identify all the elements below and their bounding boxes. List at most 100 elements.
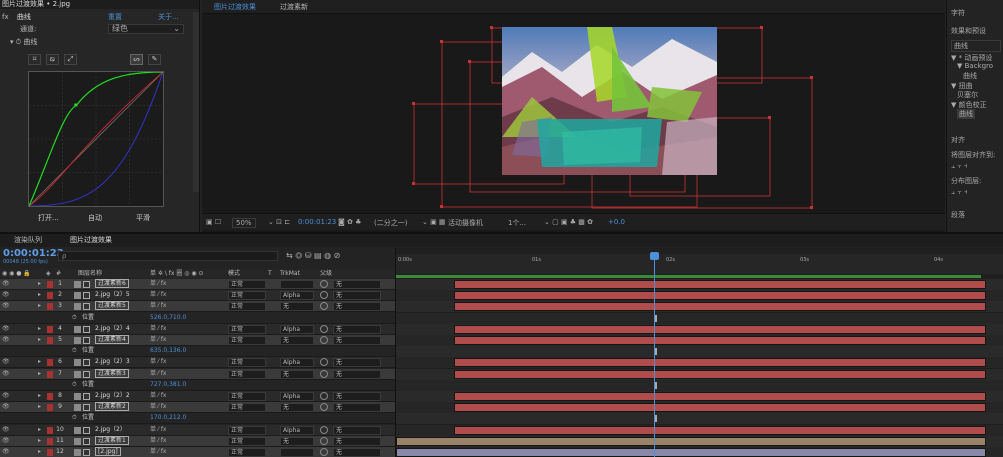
align-icons[interactable]: ⫠ ⫟ ⫞ (951, 162, 967, 171)
twirl-icon[interactable]: ▸ (38, 391, 41, 401)
twirl-icon[interactable]: ▸ (38, 357, 41, 367)
layer-row[interactable]: 👁 ▸ 8 2.jpg（2）2 单 ⁄ fx 正常 Alpha 无 (0, 391, 395, 402)
parent-select[interactable]: 无 (333, 369, 381, 379)
open-button[interactable]: 打开... (38, 213, 59, 223)
track-matte-select[interactable]: Alpha (280, 392, 314, 401)
twirl-icon[interactable]: ▸ (38, 436, 41, 446)
about-link[interactable]: 关于... (158, 12, 179, 22)
layer-switches-icons[interactable]: 单 ⁄ fx (150, 402, 166, 412)
curves-prop[interactable]: ▾ ⏱ 曲线 (10, 37, 37, 47)
tree-curves-effect[interactable]: 曲线 (957, 109, 975, 119)
render-icon[interactable]: ▣ ☐ (206, 218, 221, 226)
blend-mode-select[interactable]: 正常 (228, 324, 266, 334)
layer-switches-icons[interactable]: 单 ⁄ fx (150, 279, 166, 289)
tree-curves-preset[interactable]: 曲线 (963, 71, 977, 81)
layer-row[interactable]: 👁 ▸ 5 过渡素新4 单 ⁄ fx 正常 无 无 (0, 335, 395, 346)
camera-select[interactable]: 活动摄像机 (448, 218, 483, 228)
twirl-icon[interactable]: ▸ (38, 301, 41, 311)
parent-select[interactable]: 无 (333, 358, 381, 368)
label-color-swatch[interactable] (47, 370, 53, 378)
property-row[interactable]: ⏱ 位置 635.0,136.0 (0, 346, 395, 358)
label-color-swatch[interactable] (47, 359, 53, 367)
visibility-eye-icon[interactable]: 👁 (2, 402, 10, 412)
layer-name[interactable]: 过渡素新1 (95, 435, 129, 445)
layer-duration-bar[interactable] (396, 436, 986, 446)
twirl-icon[interactable]: ▸ (38, 335, 41, 345)
visibility-eye-icon[interactable]: 👁 (2, 301, 10, 311)
blend-mode-select[interactable]: 正常 (228, 403, 266, 413)
bezier-tool-icon[interactable]: ᔕ (130, 54, 143, 65)
parent-select[interactable]: 无 (333, 324, 381, 334)
twirl-icon[interactable]: ▸ (38, 369, 41, 379)
layer-row[interactable]: 👁 ▸ 6 2.jpg（2）3 单 ⁄ fx 正常 Alpha 无 (0, 357, 395, 369)
views-select[interactable]: 1个... (508, 218, 526, 228)
region-icon[interactable]: ⌄ ▣ ▦ (422, 218, 446, 226)
layer-name[interactable]: 过渡素新3 (95, 368, 129, 378)
layer-switches-icons[interactable]: 单 ⁄ fx (150, 335, 166, 345)
parent-select[interactable]: 无 (333, 280, 381, 289)
parent-select[interactable]: 无 (333, 436, 381, 446)
layer-duration-bar[interactable] (454, 369, 986, 379)
layer-switches-icons[interactable]: 单 ⁄ fx (150, 391, 166, 401)
label-color-swatch[interactable] (47, 393, 53, 400)
property-value[interactable]: 526.0,710.0 (150, 313, 186, 323)
twirl-icon[interactable]: ▸ (38, 402, 41, 412)
tree-backgrounds[interactable]: ▼ Backgro (957, 62, 993, 70)
track-matte-select[interactable]: 无 (280, 369, 314, 379)
label-color-swatch[interactable] (47, 449, 53, 456)
parent-pickwhip-icon[interactable] (320, 369, 328, 378)
visibility-eye-icon[interactable]: 👁 (2, 335, 10, 345)
parent-pickwhip-icon[interactable] (320, 448, 328, 456)
layer-duration-bar[interactable] (454, 425, 986, 435)
label-color-swatch[interactable] (47, 303, 53, 311)
track-matte-select[interactable]: 无 (280, 436, 314, 446)
property-value[interactable]: 635.0,136.0 (150, 346, 186, 356)
parent-pickwhip-icon[interactable] (320, 280, 328, 288)
fx-toggle[interactable]: fx (2, 13, 9, 21)
blend-mode-select[interactable]: 正常 (228, 436, 266, 446)
parent-select[interactable]: 无 (333, 291, 381, 301)
layer-name[interactable]: 2.jpg（2）4 (95, 324, 130, 334)
timeline-timecode[interactable]: 0:00:01:23 (3, 248, 64, 259)
visibility-eye-icon[interactable]: 👁 (2, 290, 10, 300)
track-matte-select[interactable]: Alpha (280, 425, 314, 435)
track-matte-select[interactable]: Alpha (280, 291, 314, 301)
layer-duration-bar[interactable] (454, 392, 986, 401)
label-color-swatch[interactable] (47, 337, 53, 344)
time-ruler[interactable]: 0:00s 01s 02s 03s 04s (396, 254, 1003, 274)
timeline-tracks[interactable]: 0:00s 01s 02s 03s 04s (395, 248, 1003, 457)
visibility-eye-icon[interactable]: 👁 (2, 391, 10, 401)
layer-switches-icons[interactable]: 单 ⁄ fx (150, 301, 166, 311)
tab-timeline-comp[interactable]: 图片过渡效果 (66, 235, 116, 245)
layer-switches-icons[interactable]: 单 ⁄ fx (150, 436, 166, 446)
blend-mode-select[interactable]: 正常 (228, 291, 266, 301)
parent-select[interactable]: 无 (333, 302, 381, 312)
pencil-tool-icon[interactable]: ✎ (148, 54, 161, 65)
layer-row[interactable]: 👁 ▸ 2 2.jpg（2）5 单 ⁄ fx 正常 Alpha 无 (0, 290, 395, 302)
effects-search-input[interactable]: 曲线 (951, 40, 1001, 52)
property-row[interactable]: ⏱ 位置 727.0,381.0 (0, 379, 395, 391)
character-panel-tab[interactable]: 字符 (951, 8, 965, 18)
label-color-swatch[interactable] (47, 404, 53, 412)
layer-name[interactable]: 过渡素新4 (95, 335, 129, 344)
label-color-swatch[interactable] (47, 281, 53, 288)
twirl-icon[interactable]: ▸ (38, 447, 41, 457)
layer-row[interactable]: 👁 ▸ 9 过渡素新2 单 ⁄ fx 正常 无 无 (0, 402, 395, 414)
visibility-eye-icon[interactable]: 👁 (2, 447, 10, 457)
composition-canvas[interactable] (502, 27, 717, 175)
ae-preset-icon[interactable]: ⌑ (28, 54, 41, 65)
exposure-value[interactable]: +0.0 (608, 218, 625, 226)
resolution-select[interactable]: (二分之一) (374, 218, 407, 228)
stopwatch-icon[interactable]: ⏱ (72, 313, 77, 323)
layer-row[interactable]: 👁 ▸ 11 过渡素新1 单 ⁄ fx 正常 无 无 (0, 435, 395, 447)
expand-icon[interactable]: ⤢ (64, 54, 77, 65)
stopwatch-icon[interactable]: ⏱ (72, 380, 77, 390)
twirl-icon[interactable]: ▸ (38, 290, 41, 300)
twirl-icon[interactable]: ▸ (38, 279, 41, 289)
reset-link[interactable]: 重置 (108, 12, 122, 22)
stopwatch-icon[interactable]: ⏱ (72, 413, 77, 423)
blend-mode-select[interactable]: 正常 (228, 280, 266, 289)
parent-pickwhip-icon[interactable] (320, 336, 328, 344)
effects-presets-tab[interactable]: 效果和预设 (951, 26, 986, 36)
layer-switches-icons[interactable]: 单 ⁄ fx (150, 425, 166, 435)
